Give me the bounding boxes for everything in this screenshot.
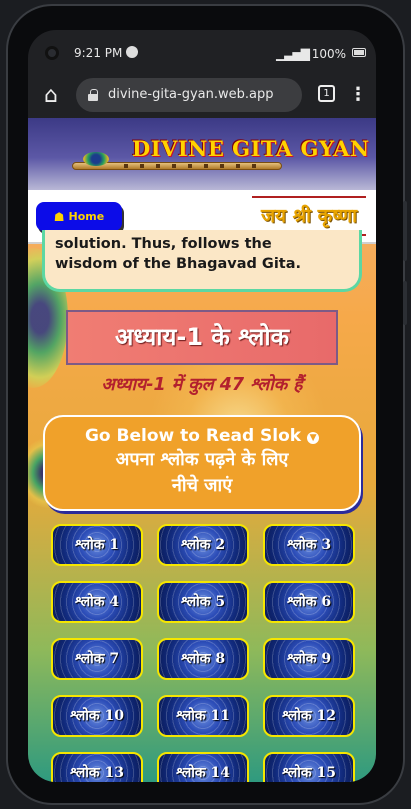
power-button (403, 281, 407, 325)
slok-label: श्लोक 13 (70, 765, 124, 781)
phone-frame: 9:21 PM ▁▃▅▇ 100% ⌂ divine-gita-gyan.web… (6, 4, 407, 805)
slok-label: श्लोक 2 (180, 537, 226, 553)
slok-label: श्लोक 7 (74, 651, 120, 667)
slok-label: श्लोक 3 (286, 537, 332, 553)
slok-button-7[interactable]: श्लोक 7 (51, 638, 143, 680)
flute-holes (124, 164, 264, 168)
home-icon: ☗ (53, 209, 65, 224)
slok-label: श्लोक 15 (282, 765, 336, 781)
browser-toolbar: ⌂ divine-gita-gyan.web.app 1 ⋮ (28, 74, 376, 118)
slok-button-13[interactable]: श्लोक 13 (51, 752, 143, 782)
status-time: 9:21 PM (74, 46, 123, 60)
slok-button-12[interactable]: श्लोक 12 (263, 695, 355, 737)
battery-icon (352, 48, 366, 57)
signal-icon: ▁▃▅▇ (275, 47, 312, 61)
slok-label: श्लोक 9 (286, 651, 332, 667)
more-vert-icon[interactable]: ⋮ (348, 82, 368, 108)
go-below-hindi-line-1: अपना श्लोक पढ़ने के लिए (115, 449, 289, 470)
slok-button-11[interactable]: श्लोक 11 (157, 695, 249, 737)
volume-button (403, 201, 407, 261)
slok-button-6[interactable]: श्लोक 6 (263, 581, 355, 623)
slok-button-3[interactable]: श्लोक 3 (263, 524, 355, 566)
chapter-heading: अध्याय-1 के श्लोक (66, 310, 338, 365)
slok-label: श्लोक 4 (74, 594, 120, 610)
slok-button-5[interactable]: श्लोक 5 (157, 581, 249, 623)
spotify-icon (126, 46, 138, 58)
go-below-hindi-line-2: नीचे जाएं (171, 475, 233, 496)
url-bar[interactable]: divine-gita-gyan.web.app (76, 78, 302, 112)
slok-label: श्लोक 11 (176, 708, 230, 724)
slok-label: श्लोक 5 (180, 594, 226, 610)
arrow-down-circle-icon: ▼ (307, 432, 320, 444)
quote-card: solution. Thus, follows the wisdom of th… (42, 230, 362, 292)
status-bar: 9:21 PM ▁▃▅▇ 100% (28, 30, 376, 72)
slok-button-15[interactable]: श्लोक 15 (263, 752, 355, 782)
slok-button-1[interactable]: श्लोक 1 (51, 524, 143, 566)
site-banner: DIVINE GITA GYAN (28, 118, 376, 190)
slok-button-2[interactable]: श्लोक 2 (157, 524, 249, 566)
go-below-english: Go Below to Read Slok ▼ (45, 425, 359, 447)
lock-icon (88, 89, 98, 101)
slok-button-10[interactable]: श्लोक 10 (51, 695, 143, 737)
slok-button-9[interactable]: श्लोक 9 (263, 638, 355, 680)
site-title: DIVINE GITA GYAN (132, 136, 370, 161)
slok-label: श्लोक 12 (282, 708, 336, 724)
slok-label: श्लोक 14 (176, 765, 230, 781)
slok-label: श्लोक 10 (70, 708, 124, 724)
slok-label: श्लोक 1 (74, 537, 120, 553)
home-button[interactable]: ☗ Home (36, 202, 122, 231)
battery-label: 100% (311, 47, 346, 61)
quote-line-1: solution. Thus, follows the (55, 236, 272, 252)
url-text: divine-gita-gyan.web.app (108, 87, 274, 102)
peacock-feather-icon (83, 152, 109, 166)
slok-label: श्लोक 6 (286, 594, 332, 610)
front-camera (45, 46, 59, 60)
quote-line-2: wisdom of the Bhagavad Gita. (55, 256, 302, 272)
tab-switcher-button[interactable]: 1 (318, 85, 335, 102)
battery-percent: ▁▃▅▇ 100% (276, 47, 346, 61)
slok-count-text: अध्याय-1 में कुल 47 श्लोक हैं (101, 375, 303, 395)
slok-label: श्लोक 8 (180, 651, 226, 667)
screen: 9:21 PM ▁▃▅▇ 100% ⌂ divine-gita-gyan.web… (28, 30, 376, 782)
go-below-card[interactable]: Go Below to Read Slok ▼ अपना श्लोक पढ़ने… (43, 415, 361, 511)
browser-home-icon[interactable]: ⌂ (38, 83, 64, 109)
home-button-label: Home (68, 210, 105, 223)
go-below-english-text: Go Below to Read Slok (84, 426, 302, 446)
slok-button-4[interactable]: श्लोक 4 (51, 581, 143, 623)
slok-button-14[interactable]: श्लोक 14 (157, 752, 249, 782)
slok-button-8[interactable]: श्लोक 8 (157, 638, 249, 680)
web-content: DIVINE GITA GYAN ☗ Home जय श्री कृष्णा s… (28, 118, 376, 782)
